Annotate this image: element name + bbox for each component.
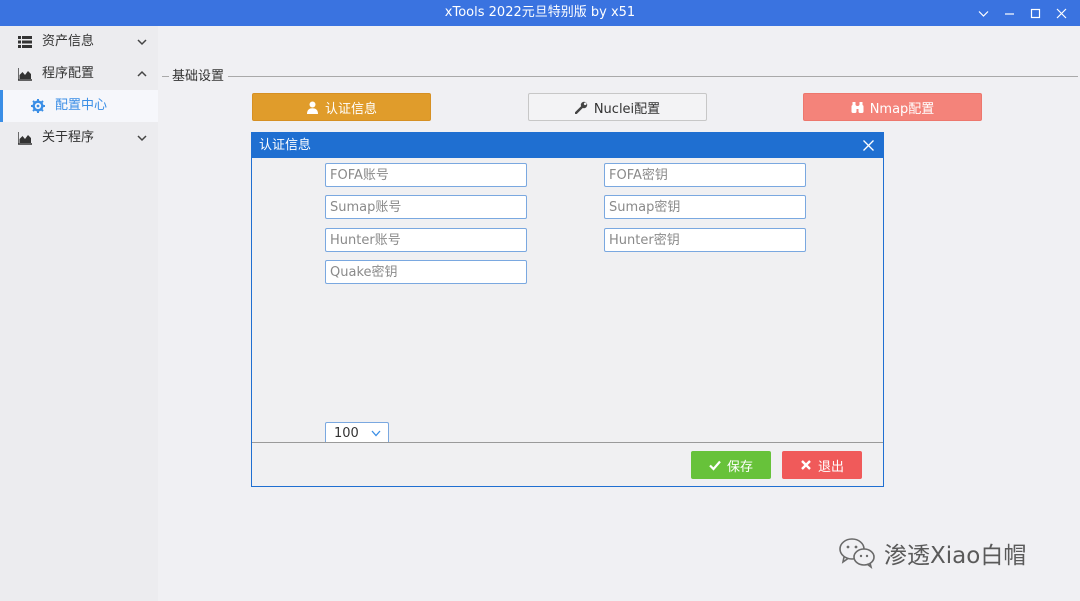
sidebar-item-program-config[interactable]: 程序配置 (0, 58, 158, 90)
nmap-config-button[interactable]: Nmap配置 (803, 93, 982, 121)
auth-info-label: 认证信息 (324, 101, 377, 117)
auth-info-button[interactable]: 认证信息 (252, 93, 431, 121)
chevron-down-icon (137, 135, 147, 142)
active-indicator (0, 90, 3, 122)
chevron-up-icon (137, 70, 147, 77)
minimize-button[interactable] (996, 0, 1022, 26)
nmap-config-label: Nmap配置 (869, 101, 935, 117)
dialog-header: 认证信息 (252, 133, 883, 158)
maximize-icon (1030, 8, 1040, 18)
close-window-button[interactable] (1048, 0, 1074, 26)
fofa-key-field[interactable] (604, 163, 806, 187)
area-chart-icon (18, 68, 32, 81)
wrench-icon (574, 101, 588, 114)
hunter-key-field[interactable] (604, 228, 806, 252)
area-chart-icon (18, 132, 32, 145)
chevron-down-icon (978, 10, 988, 17)
list-icon (18, 36, 32, 48)
group-divider (162, 76, 169, 77)
sidebar-item-about[interactable]: 关于程序 (0, 122, 158, 154)
binoculars-icon (851, 101, 864, 113)
hunter-account-field[interactable] (325, 228, 527, 252)
close-icon[interactable] (862, 139, 875, 152)
close-icon (801, 460, 811, 470)
page-size-value: 100 (334, 426, 359, 441)
group-title: 基础设置 (172, 69, 225, 84)
exit-button[interactable]: 退出 (782, 451, 862, 479)
dropdown-button[interactable] (970, 0, 996, 26)
save-button[interactable]: 保存 (691, 451, 771, 479)
nuclei-config-label: Nuclei配置 (593, 101, 661, 117)
maximize-button[interactable] (1022, 0, 1048, 26)
close-icon (1056, 8, 1066, 18)
nuclei-config-button[interactable]: Nuclei配置 (528, 93, 707, 121)
sidebar-item-label: 程序配置 (42, 66, 95, 81)
sidebar-item-config-center[interactable]: 配置中心 (0, 90, 158, 122)
sidebar: 资产信息 程序配置 配置中心 关于程序 (0, 26, 158, 601)
page-size-select[interactable]: 100 (325, 422, 389, 443)
fofa-account-field[interactable] (325, 163, 527, 187)
watermark: 渗透Xiao白帽 (838, 537, 1026, 569)
group-divider (228, 76, 1078, 77)
sidebar-item-label: 关于程序 (42, 130, 95, 145)
exit-label: 退出 (817, 459, 844, 475)
quake-key-field[interactable] (325, 260, 527, 284)
sumap-account-field[interactable] (325, 195, 527, 219)
sidebar-item-label: 配置中心 (55, 98, 108, 113)
check-icon (709, 460, 721, 471)
watermark-text: 渗透Xiao白帽 (884, 543, 1027, 569)
sidebar-item-label: 资产信息 (42, 34, 95, 49)
sidebar-item-asset-info[interactable]: 资产信息 (0, 26, 158, 58)
window-controls (970, 0, 1074, 26)
window-title: xTools 2022元旦特别版 by x51 (444, 5, 636, 20)
gear-icon (31, 99, 45, 113)
minimize-icon (1004, 12, 1014, 15)
auth-info-dialog: 认证信息 100 保存 退出 (251, 132, 884, 487)
user-icon (306, 101, 318, 114)
dialog-divider (252, 442, 883, 443)
chevron-down-icon (137, 39, 147, 46)
chevron-down-icon (371, 430, 381, 437)
sumap-key-field[interactable] (604, 195, 806, 219)
dialog-title: 认证信息 (259, 138, 312, 153)
title-bar: xTools 2022元旦特别版 by x51 (0, 0, 1080, 26)
wechat-icon (839, 538, 875, 569)
save-label: 保存 (726, 459, 753, 475)
